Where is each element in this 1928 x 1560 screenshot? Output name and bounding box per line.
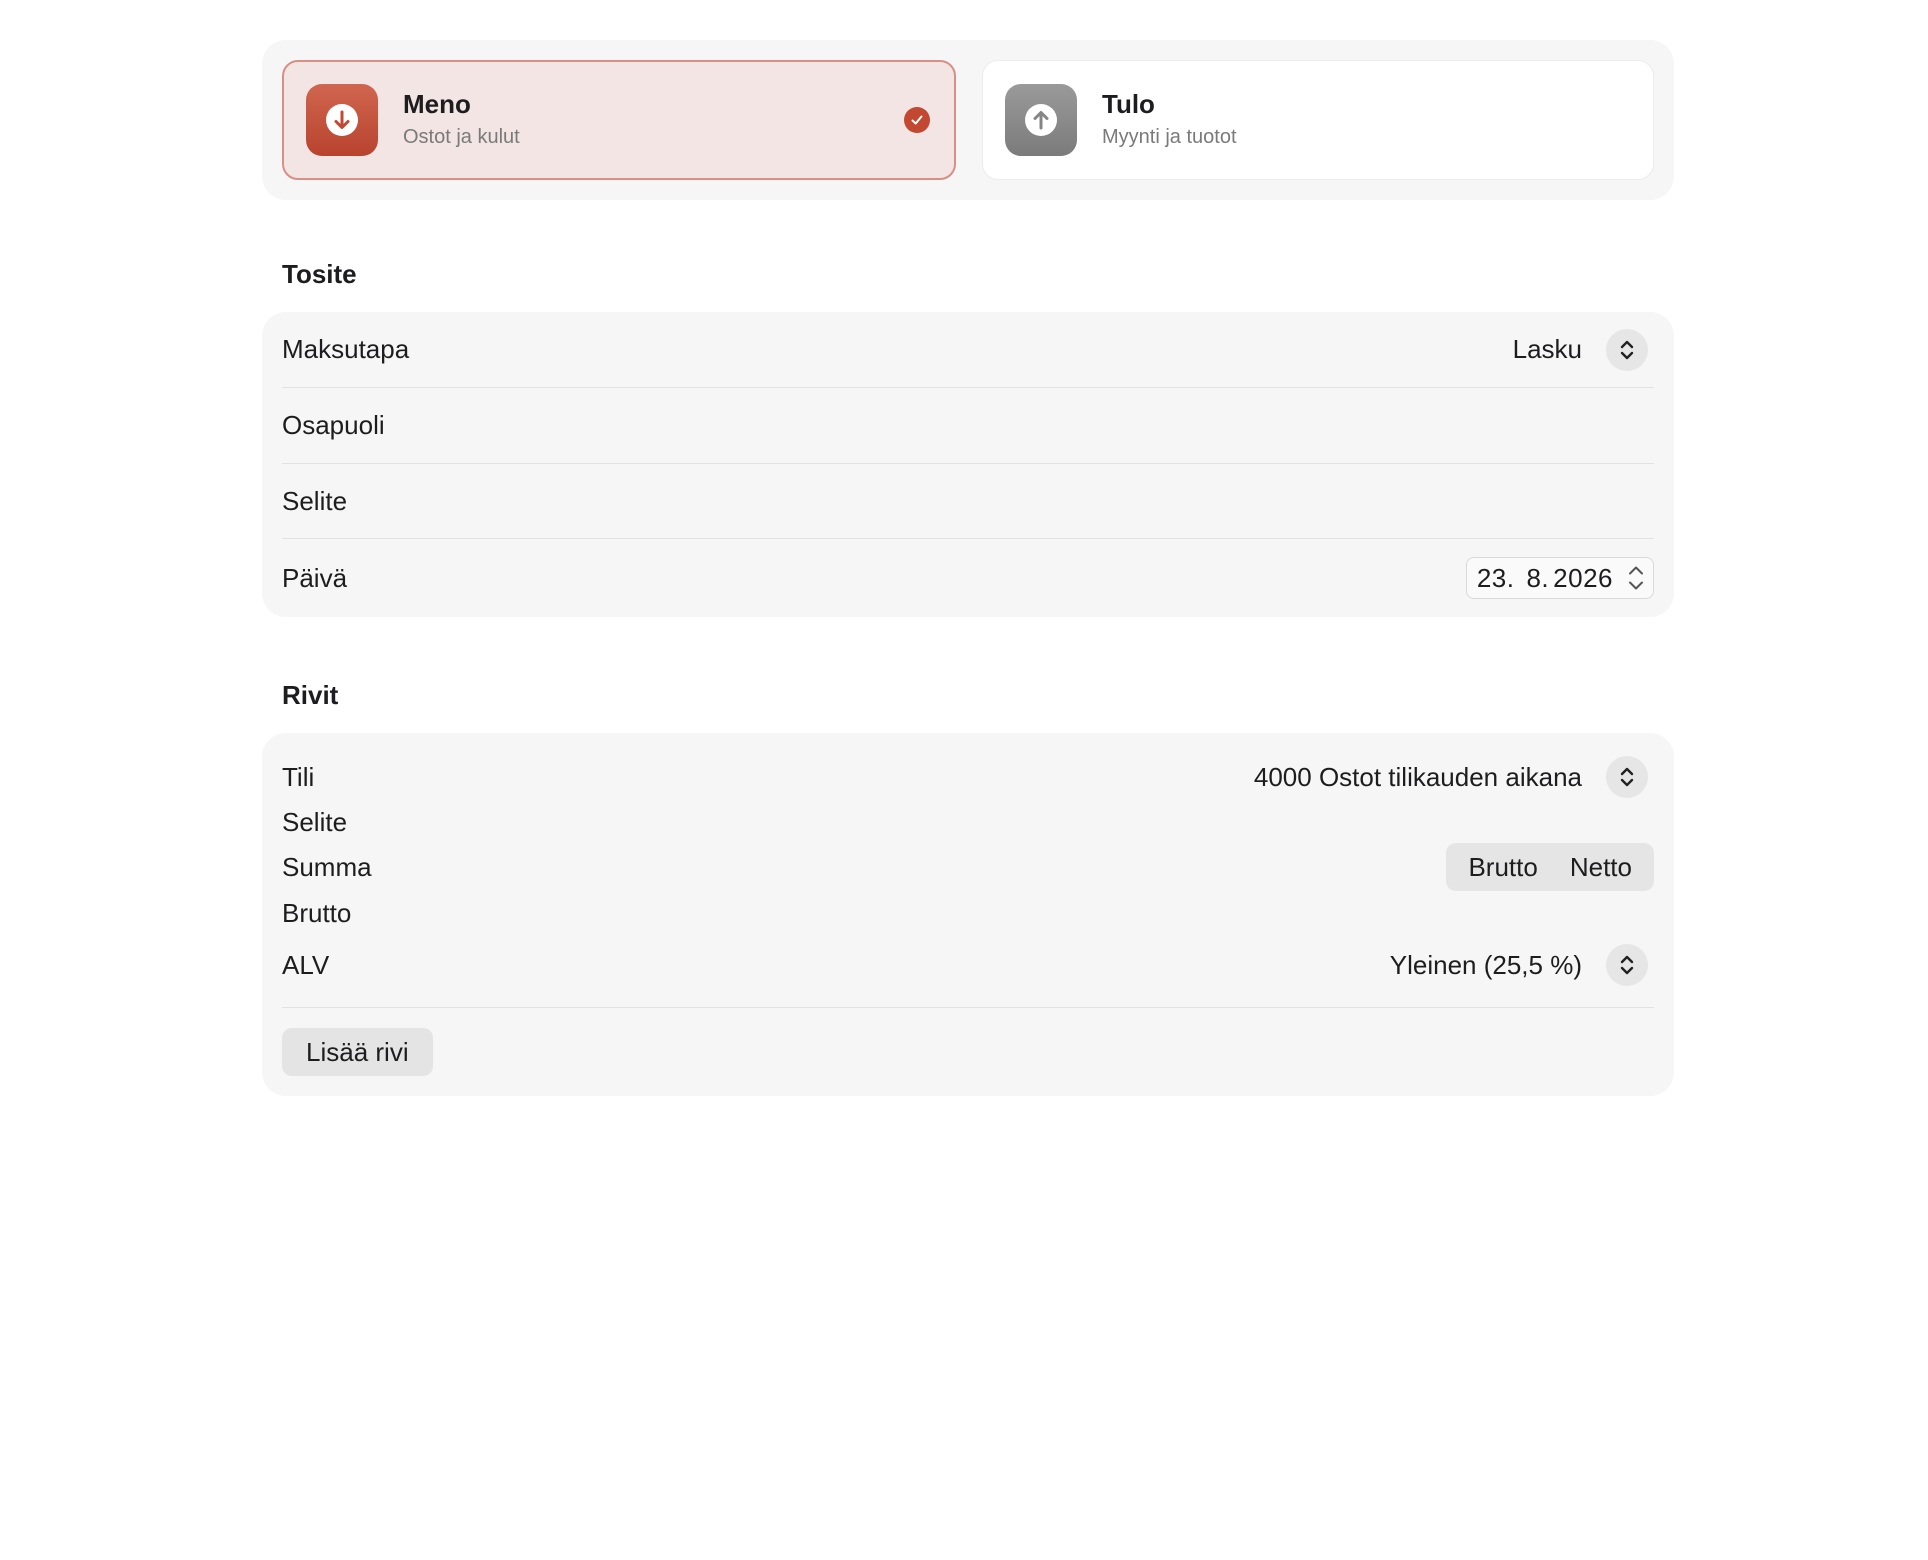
payment-method-value: Lasku bbox=[1512, 334, 1582, 364]
rivit-group: Tili 4000 Ostot tilikauden aikana Selite… bbox=[262, 733, 1674, 1096]
type-option-income[interactable]: Tulo Myynti ja tuotot bbox=[982, 60, 1654, 180]
payment-method-row: Maksutapa Lasku bbox=[282, 312, 1654, 388]
checkmark-circle-icon bbox=[904, 107, 930, 133]
date-year[interactable]: 2026 bbox=[1551, 563, 1615, 594]
add-row-button[interactable]: Lisää rivi bbox=[282, 1028, 433, 1076]
date-picker[interactable]: 23. 8. 2026 bbox=[1465, 557, 1654, 599]
amount-mode-gross[interactable]: Brutto bbox=[1452, 843, 1553, 891]
account-label: Tili bbox=[282, 761, 315, 792]
chevron-up-down-icon[interactable] bbox=[1606, 328, 1648, 371]
account-value: 4000 Ostot tilikauden aikana bbox=[1253, 761, 1582, 792]
row-description-row[interactable]: Selite bbox=[282, 801, 1654, 843]
party-label: Osapuoli bbox=[282, 410, 385, 440]
type-option-expense[interactable]: Meno Ostot ja kulut bbox=[282, 60, 956, 180]
section-title-tosite: Tosite bbox=[282, 259, 357, 289]
type-option-income-text: Tulo Myynti ja tuotot bbox=[1102, 88, 1237, 152]
date-row: Päivä 23. 8. 2026 bbox=[282, 539, 1654, 617]
vat-popup[interactable]: Yleinen (25,5 %) bbox=[1390, 944, 1654, 986]
type-option-subtitle: Myynti ja tuotot bbox=[1102, 126, 1237, 148]
payment-method-popup[interactable]: Lasku bbox=[1512, 328, 1654, 371]
row-description-label: Selite bbox=[282, 806, 348, 837]
arrow-down-circle-icon bbox=[306, 84, 378, 156]
party-row[interactable]: Osapuoli bbox=[282, 388, 1654, 464]
tosite-group: Maksutapa Lasku Osapuoli Selite Päivä 23… bbox=[262, 312, 1674, 617]
arrow-up-circle-icon bbox=[1005, 84, 1077, 156]
amount-row: Summa Brutto Netto bbox=[282, 843, 1654, 891]
date-day[interactable]: 23. bbox=[1475, 563, 1517, 594]
stepper-arrows-icon[interactable] bbox=[1627, 565, 1645, 591]
add-row-container: Lisää rivi bbox=[282, 1008, 1654, 1076]
payment-method-label: Maksutapa bbox=[282, 334, 410, 364]
type-option-expense-text: Meno Ostot ja kulut bbox=[403, 88, 520, 152]
amount-mode-segmented-control: Brutto Netto bbox=[1446, 843, 1654, 891]
type-option-subtitle: Ostot ja kulut bbox=[403, 126, 520, 148]
type-option-title: Tulo bbox=[1102, 89, 1155, 119]
gross-label: Brutto bbox=[282, 897, 352, 928]
amount-mode-net[interactable]: Netto bbox=[1554, 843, 1648, 891]
gross-row[interactable]: Brutto bbox=[282, 891, 1654, 935]
amount-label: Summa bbox=[282, 851, 372, 882]
description-row[interactable]: Selite bbox=[282, 464, 1654, 539]
description-label: Selite bbox=[282, 485, 348, 516]
chevron-up-down-icon[interactable] bbox=[1606, 944, 1648, 986]
account-row: Tili 4000 Ostot tilikauden aikana bbox=[282, 753, 1654, 801]
account-popup[interactable]: 4000 Ostot tilikauden aikana bbox=[1254, 756, 1654, 798]
vat-value: Yleinen (25,5 %) bbox=[1389, 949, 1582, 980]
chevron-up-down-icon[interactable] bbox=[1606, 756, 1648, 798]
voucher-form: Meno Ostot ja kulut Tulo Myynti ja tuoto… bbox=[262, 40, 1674, 1096]
date-month[interactable]: 8. bbox=[1524, 563, 1551, 594]
date-label: Päivä bbox=[282, 562, 348, 593]
vat-label: ALV bbox=[282, 949, 330, 980]
type-option-title: Meno bbox=[403, 89, 471, 119]
section-title-rivit: Rivit bbox=[282, 680, 339, 710]
vat-row: ALV Yleinen (25,5 %) bbox=[282, 935, 1654, 1008]
transaction-type-selector: Meno Ostot ja kulut Tulo Myynti ja tuoto… bbox=[262, 40, 1674, 200]
